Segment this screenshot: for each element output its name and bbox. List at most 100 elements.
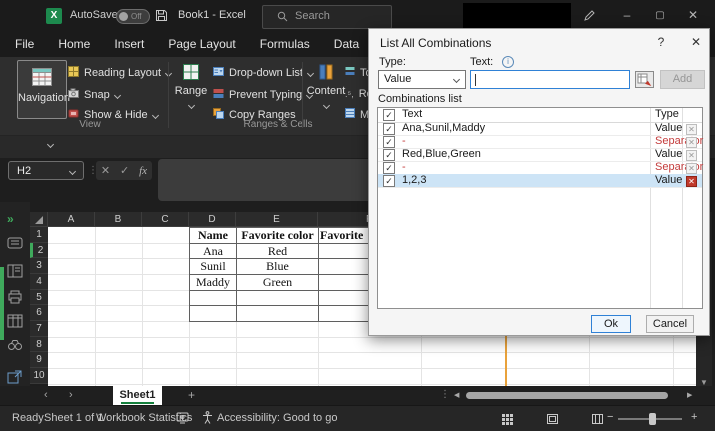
prev-sheet-arrow[interactable]: ‹ [44, 389, 48, 401]
row-checkbox[interactable]: ✓ [383, 149, 395, 161]
row-checkbox[interactable]: ✓ [383, 175, 395, 187]
row-header-5[interactable]: 5 [30, 290, 48, 305]
close-button[interactable]: ✕ [678, 0, 708, 31]
cancel-entry-icon[interactable]: ✕ [101, 164, 110, 177]
tab-file[interactable]: File [15, 32, 46, 57]
cell-e1[interactable]: Favorite color [237, 228, 318, 243]
ink-pen-icon[interactable] [583, 9, 596, 25]
page-layout-view-icon[interactable] [546, 413, 559, 428]
cell-e3[interactable]: Blue [237, 259, 318, 274]
row-header-6[interactable]: 6 [30, 305, 48, 321]
horizontal-scrollbar-thumb[interactable] [466, 392, 668, 399]
tab-insert[interactable]: Insert [102, 32, 156, 57]
cell-f1[interactable]: Favorite [320, 228, 368, 243]
column-header-a[interactable]: A [48, 212, 95, 227]
delete-row-icon[interactable]: ✕ [686, 124, 697, 135]
page-break-view-icon[interactable] [591, 413, 604, 428]
external-link-icon[interactable] [7, 370, 23, 386]
tab-formulas[interactable]: Formulas [248, 32, 322, 57]
tab-page-layout[interactable]: Page Layout [156, 32, 247, 57]
list-row-3[interactable]: ✓ Red,Blue,Green Value ✕ [378, 148, 702, 162]
pane-icon[interactable] [7, 264, 23, 280]
ok-button[interactable]: Ok [591, 315, 631, 333]
reading-layout-button[interactable]: Reading Layout [68, 66, 171, 80]
snap-button[interactable]: Snap [68, 88, 120, 102]
worksheets-icon[interactable] [7, 236, 23, 252]
round-button-partial[interactable]: .⁵, Ro [345, 88, 368, 100]
range-button[interactable]: Range [172, 62, 210, 109]
row-header-4[interactable]: 4 [30, 274, 48, 290]
next-sheet-arrow[interactable]: › [69, 389, 73, 401]
autosave-toggle[interactable]: Off [116, 9, 150, 24]
zoom-in-button[interactable]: + [691, 411, 697, 423]
name-box[interactable]: H2 [8, 161, 84, 180]
content-button[interactable]: Content [306, 62, 346, 109]
cell-d2[interactable]: Ana [190, 244, 236, 259]
zoom-slider-handle[interactable] [649, 413, 656, 425]
tab-home[interactable]: Home [46, 32, 102, 57]
select-all-checkbox[interactable]: ✓ [383, 109, 395, 121]
cell-d4[interactable]: Maddy [190, 275, 236, 290]
column-header-b[interactable]: B [95, 212, 142, 227]
column-list-icon[interactable] [7, 314, 23, 330]
cell-e2[interactable]: Red [237, 244, 318, 259]
row-header-1[interactable]: 1 [30, 227, 48, 243]
list-row-5-selected[interactable]: ✓ 1,2,3 Value ✕ [378, 174, 702, 188]
save-icon[interactable] [155, 9, 168, 25]
cancel-button[interactable]: Cancel [646, 315, 694, 333]
row-checkbox[interactable]: ✓ [383, 123, 395, 135]
tab-data[interactable]: Data [322, 32, 371, 57]
row-header-9[interactable]: 9 [30, 352, 48, 368]
list-row-4[interactable]: ✓ - Separator ✕ [378, 161, 702, 175]
dialog-help-button[interactable]: ? [652, 34, 670, 50]
row-header-10[interactable]: 10 [30, 368, 48, 384]
search-box[interactable]: Search [262, 5, 392, 29]
column-header-c[interactable]: C [142, 212, 189, 227]
screen-reader-icon[interactable] [176, 412, 189, 427]
cell-d3[interactable]: Sunil [190, 259, 236, 274]
list-row-1[interactable]: ✓ Ana,Sunil,Maddy Value ✕ [378, 122, 702, 136]
cell-e4[interactable]: Green [237, 275, 318, 290]
combinations-list[interactable]: ✓ Text Type ✓ Ana,Sunil,Maddy Value ✕ ✓ … [377, 107, 703, 309]
to-actual-button-partial[interactable]: To [345, 66, 368, 79]
scroll-right-arrow[interactable]: ▶ [687, 391, 692, 399]
row-header-7[interactable]: 7 [30, 321, 48, 337]
cell-d1[interactable]: Name [190, 228, 236, 243]
delete-row-icon[interactable]: ✕ [686, 150, 697, 161]
delete-row-icon[interactable]: ✕ [686, 176, 697, 187]
zoom-out-button[interactable]: − [607, 411, 613, 423]
row-checkbox[interactable]: ✓ [383, 162, 395, 174]
range-picker-button[interactable] [635, 71, 654, 88]
select-all-corner[interactable] [30, 212, 48, 227]
drop-down-list-button[interactable]: Drop-down List [213, 66, 313, 80]
insert-function-icon[interactable]: fx [139, 165, 147, 177]
collapse-ribbon-icon[interactable] [47, 141, 54, 148]
scrollbar-splitter[interactable]: ⋮ [440, 389, 450, 400]
merge-button-partial[interactable]: M [345, 108, 368, 121]
row-header-3[interactable]: 3 [30, 258, 48, 274]
column-header-d[interactable]: D [189, 212, 236, 227]
prevent-typing-button[interactable]: Prevent Typing [213, 88, 312, 102]
normal-view-icon[interactable] [501, 413, 514, 428]
binoculars-search-icon[interactable] [7, 338, 23, 354]
type-dropdown[interactable]: Value [378, 70, 466, 89]
maximize-button[interactable]: ▢ [645, 0, 675, 31]
row-checkbox[interactable]: ✓ [383, 136, 395, 148]
dialog-close-button[interactable]: ✕ [687, 34, 705, 50]
add-button[interactable]: Add [660, 70, 705, 89]
minimize-button[interactable]: – [612, 0, 642, 31]
text-input[interactable] [470, 70, 630, 89]
scroll-left-arrow[interactable]: ◀ [454, 391, 459, 399]
sheet-tab-sheet1[interactable]: Sheet1 [113, 386, 162, 405]
enter-entry-icon[interactable]: ✓ [120, 164, 129, 177]
accessibility-status[interactable]: Accessibility: Good to go [217, 412, 337, 424]
add-sheet-button[interactable]: + [188, 388, 195, 402]
printer-icon[interactable] [7, 290, 23, 306]
delete-row-icon[interactable]: ✕ [686, 137, 697, 148]
row-header-8[interactable]: 8 [30, 337, 48, 352]
row-header-2[interactable]: 2 [30, 243, 48, 258]
list-row-2[interactable]: ✓ - Separator ✕ [378, 135, 702, 149]
delete-row-icon[interactable]: ✕ [686, 163, 697, 174]
navigation-button[interactable]: Navigation [17, 60, 67, 119]
expand-pane-icon[interactable]: » [7, 212, 14, 226]
